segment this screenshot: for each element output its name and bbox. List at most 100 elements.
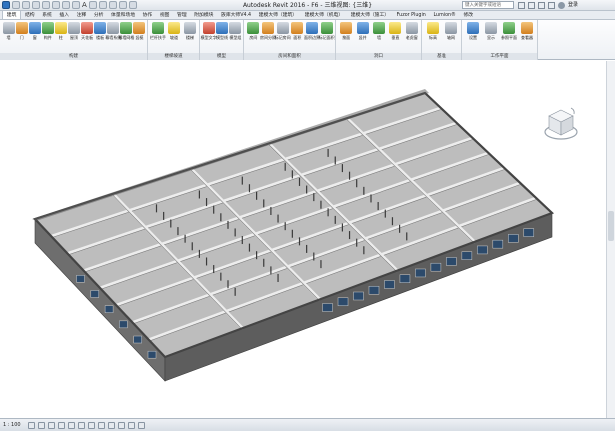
tool-icon <box>427 22 439 34</box>
tab-16[interactable]: Lumion® <box>430 11 460 19</box>
tool-label: 显示 <box>487 35 495 40</box>
analytical-model-icon[interactable] <box>128 422 135 429</box>
open-icon[interactable] <box>12 1 20 9</box>
ribbon-tool-5-0[interactable]: 标高 <box>425 22 441 52</box>
search-icon[interactable] <box>518 1 525 9</box>
home-icon[interactable] <box>570 107 575 115</box>
tab-9[interactable]: 管理 <box>173 11 190 19</box>
tab-8[interactable]: 视图 <box>156 11 173 19</box>
ribbon-tool-4-1[interactable]: 竖井 <box>355 22 371 52</box>
tab-0[interactable]: 建筑 <box>2 11 22 19</box>
ribbon-tool-5-1[interactable]: 轴网 <box>443 22 459 52</box>
partition <box>163 211 165 220</box>
ribbon-tool-4-2[interactable]: 墙 <box>371 22 387 52</box>
switch-windows-icon[interactable] <box>128 1 137 9</box>
3d-view-icon[interactable] <box>88 1 97 9</box>
ribbon-tool-3-1[interactable]: 房间分隔 <box>260 22 276 52</box>
ribbon-tool-6-3[interactable]: 查看器 <box>519 22 535 52</box>
aligned-dimension-icon[interactable] <box>72 1 80 9</box>
tab-11[interactable]: 族库大师V4.4 <box>217 11 255 19</box>
application-menu-button[interactable] <box>2 1 10 9</box>
sign-in-label[interactable]: 登录 <box>568 1 578 9</box>
print-icon[interactable] <box>52 1 60 9</box>
drawing-area[interactable] <box>0 61 615 418</box>
ribbon-tool-1-1[interactable]: 坡道 <box>166 22 182 52</box>
tab-3[interactable]: 插入 <box>56 11 73 19</box>
tab-5[interactable]: 分析 <box>90 11 107 19</box>
ribbon-tool-6-0[interactable]: 设置 <box>465 22 481 52</box>
ribbon-tool-6-2[interactable]: 参照平面 <box>501 22 517 52</box>
tab-14[interactable]: 建模大师（施工） <box>347 11 393 19</box>
ribbon-tool-3-3[interactable]: 面积 <box>289 22 305 52</box>
tab-6[interactable]: 体量和场地 <box>107 11 139 19</box>
partition <box>205 198 208 207</box>
subscription-icon[interactable] <box>528 1 535 9</box>
ribbon-tool-3-0[interactable]: 房间 <box>245 22 261 52</box>
communication-center-icon[interactable] <box>538 1 545 9</box>
partition <box>348 171 351 180</box>
sun-path-icon[interactable] <box>48 422 55 429</box>
user-icon[interactable] <box>558 1 565 9</box>
tab-1[interactable]: 结构 <box>21 11 38 19</box>
partition <box>298 237 301 246</box>
tab-12[interactable]: 建模大师（建筑） <box>255 11 301 19</box>
partition <box>277 273 279 282</box>
partition <box>363 246 365 255</box>
highlight-displacement-icon[interactable] <box>138 422 145 429</box>
close-hidden-windows-icon[interactable] <box>118 1 127 9</box>
partition <box>313 252 315 261</box>
ribbon-tool-4-3[interactable]: 垂直 <box>387 22 403 52</box>
ribbon-tool-1-2[interactable]: 楼梯 <box>182 22 198 52</box>
tab-13[interactable]: 建模大师（机电） <box>301 11 347 19</box>
tab-15[interactable]: Fuzor Plugin <box>393 11 430 19</box>
section-icon[interactable] <box>98 1 107 9</box>
render-icon[interactable] <box>68 422 75 429</box>
text-icon[interactable]: A <box>82 1 87 9</box>
window <box>104 305 114 313</box>
measure-icon[interactable] <box>62 1 70 9</box>
search-input[interactable]: 键入关键字或短语 <box>462 1 514 9</box>
ribbon-tool-3-2[interactable]: 标记房间 <box>275 22 291 52</box>
tool-label: 面积边界 <box>304 35 320 40</box>
ribbon-tool-4-0[interactable]: 按面 <box>338 22 354 52</box>
visual-style-icon[interactable] <box>38 422 45 429</box>
tab-2[interactable]: 系统 <box>38 11 55 19</box>
ribbon-tool-3-4[interactable]: 面积边界 <box>304 22 320 52</box>
tab-10[interactable]: 附加模块 <box>190 11 217 19</box>
tool-label: 模型组 <box>229 35 242 40</box>
thin-lines-icon[interactable] <box>108 1 117 9</box>
vertical-scrollbar[interactable] <box>606 61 615 418</box>
tool-icon <box>467 22 479 34</box>
ribbon-tool-3-5[interactable]: 标记面积 <box>319 22 335 52</box>
lock-3d-view-icon[interactable] <box>98 422 105 429</box>
scrollbar-thumb[interactable] <box>608 211 614 241</box>
save-icon[interactable] <box>22 1 30 9</box>
undo-icon[interactable] <box>32 1 40 9</box>
show-crop-region-icon[interactable] <box>88 422 95 429</box>
ribbon-tool-2-2[interactable]: 模型组 <box>227 22 243 52</box>
tab-17[interactable]: 修改 <box>460 11 477 19</box>
ribbon-tool-4-4[interactable]: 老虎窗 <box>404 22 420 52</box>
ribbon-panel-4: 按面 竖井 墙 垂直 老虎窗 洞口 <box>336 20 422 60</box>
crop-view-icon[interactable] <box>78 422 85 429</box>
tab-4[interactable]: 注释 <box>73 11 90 19</box>
reveal-hidden-icon[interactable] <box>118 422 125 429</box>
tool-label: 面积 <box>293 35 302 40</box>
viewcube[interactable] <box>543 106 579 142</box>
redo-icon[interactable] <box>42 1 50 9</box>
tab-7[interactable]: 协作 <box>139 11 156 19</box>
ribbon-tool-1-0[interactable]: 栏杆扶手 <box>150 22 166 52</box>
shadows-icon[interactable] <box>58 422 65 429</box>
view-controls <box>28 422 145 429</box>
favorites-star-icon[interactable] <box>548 1 555 9</box>
ribbon: 墙门窗构件柱屋顶 天花板 楼板 幕墙系统 幕墙网格 竖梃 构建 栏杆扶手 坡道 楼梯 楼梯坡道 模型文… <box>0 20 615 60</box>
tool-label: 栏杆扶手 <box>150 35 166 40</box>
partition <box>263 258 265 267</box>
detail-level-icon[interactable] <box>28 422 35 429</box>
ribbon-tool-0-10[interactable]: 竖梃 <box>131 22 147 52</box>
building-3d-model[interactable] <box>0 61 606 418</box>
view-scale[interactable]: 1 : 100 <box>3 419 21 431</box>
partition <box>184 234 186 243</box>
temporary-hide-icon[interactable] <box>108 422 115 429</box>
ribbon-tool-6-1[interactable]: 显示 <box>483 22 499 52</box>
